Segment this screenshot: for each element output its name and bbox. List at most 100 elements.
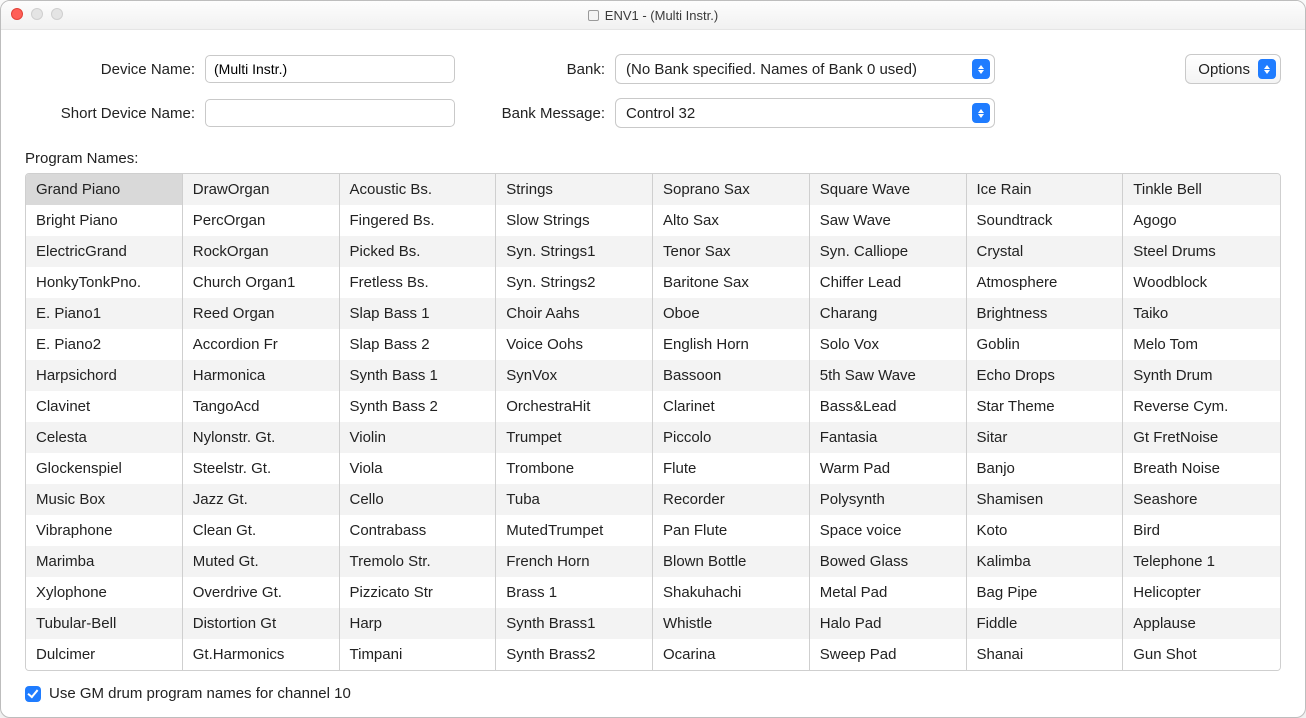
program-cell[interactable]: Bowed Glass (810, 546, 966, 577)
program-cell[interactable]: Contrabass (340, 515, 496, 546)
program-cell[interactable]: Soundtrack (967, 205, 1123, 236)
program-cell[interactable]: Pizzicato Str (340, 577, 496, 608)
minimize-icon[interactable] (31, 8, 43, 20)
program-cell[interactable]: Tremolo Str. (340, 546, 496, 577)
program-cell[interactable]: Timpani (340, 639, 496, 670)
program-cell[interactable]: Viola (340, 453, 496, 484)
program-cell[interactable]: Picked Bs. (340, 236, 496, 267)
program-cell[interactable]: Harp (340, 608, 496, 639)
program-cell[interactable]: Atmosphere (967, 267, 1123, 298)
program-cell[interactable]: Flute (653, 453, 809, 484)
program-cell[interactable]: Marimba (26, 546, 182, 577)
program-cell[interactable]: Soprano Sax (653, 174, 809, 205)
program-cell[interactable]: Synth Drum (1123, 360, 1280, 391)
program-cell[interactable]: Solo Vox (810, 329, 966, 360)
program-cell[interactable]: Fantasia (810, 422, 966, 453)
program-cell[interactable]: Chiffer Lead (810, 267, 966, 298)
program-cell[interactable]: Voice Oohs (496, 329, 652, 360)
program-cell[interactable]: 5th Saw Wave (810, 360, 966, 391)
program-cell[interactable]: Church Organ1 (183, 267, 339, 298)
program-cell[interactable]: Choir Aahs (496, 298, 652, 329)
program-cell[interactable]: Reed Organ (183, 298, 339, 329)
gm-drum-checkbox[interactable] (25, 686, 41, 702)
program-cell[interactable]: Synth Bass 2 (340, 391, 496, 422)
program-cell[interactable]: Syn. Calliope (810, 236, 966, 267)
program-cell[interactable]: Space voice (810, 515, 966, 546)
program-cell[interactable]: ElectricGrand (26, 236, 182, 267)
program-cell[interactable]: Dulcimer (26, 639, 182, 670)
program-cell[interactable]: Glockenspiel (26, 453, 182, 484)
program-cell[interactable]: Trombone (496, 453, 652, 484)
program-cell[interactable]: Saw Wave (810, 205, 966, 236)
program-cell[interactable]: Muted Gt. (183, 546, 339, 577)
program-cell[interactable]: Banjo (967, 453, 1123, 484)
program-cell[interactable]: English Horn (653, 329, 809, 360)
program-cell[interactable]: Polysynth (810, 484, 966, 515)
program-cell[interactable]: Bird (1123, 515, 1280, 546)
bank-message-select[interactable]: Control 32 (615, 98, 995, 128)
program-cell[interactable]: Slap Bass 1 (340, 298, 496, 329)
program-cell[interactable]: Synth Bass 1 (340, 360, 496, 391)
device-name-input[interactable] (205, 55, 455, 83)
program-cell[interactable]: Syn. Strings2 (496, 267, 652, 298)
program-cell[interactable]: Acoustic Bs. (340, 174, 496, 205)
program-cell[interactable]: Xylophone (26, 577, 182, 608)
program-cell[interactable]: Clavinet (26, 391, 182, 422)
program-cell[interactable]: DrawOrgan (183, 174, 339, 205)
program-cell[interactable]: Brightness (967, 298, 1123, 329)
program-cell[interactable]: Nylonstr. Gt. (183, 422, 339, 453)
program-cell[interactable]: OrchestraHit (496, 391, 652, 422)
program-cell[interactable]: Taiko (1123, 298, 1280, 329)
program-cell[interactable]: Pan Flute (653, 515, 809, 546)
program-cell[interactable]: Slap Bass 2 (340, 329, 496, 360)
program-cell[interactable]: Shamisen (967, 484, 1123, 515)
program-cell[interactable]: TangoAcd (183, 391, 339, 422)
program-cell[interactable]: Syn. Strings1 (496, 236, 652, 267)
program-cell[interactable]: Vibraphone (26, 515, 182, 546)
program-cell[interactable]: Fiddle (967, 608, 1123, 639)
program-cell[interactable]: Helicopter (1123, 577, 1280, 608)
program-cell[interactable]: Bag Pipe (967, 577, 1123, 608)
program-cell[interactable]: E. Piano1 (26, 298, 182, 329)
program-cell[interactable]: RockOrgan (183, 236, 339, 267)
program-cell[interactable]: Telephone 1 (1123, 546, 1280, 577)
program-cell[interactable]: Blown Bottle (653, 546, 809, 577)
program-cell[interactable]: Gt FretNoise (1123, 422, 1280, 453)
program-cell[interactable]: Violin (340, 422, 496, 453)
program-cell[interactable]: Bright Piano (26, 205, 182, 236)
program-cell[interactable]: Melo Tom (1123, 329, 1280, 360)
program-cell[interactable]: Star Theme (967, 391, 1123, 422)
program-cell[interactable]: Clean Gt. (183, 515, 339, 546)
options-button[interactable]: Options (1185, 54, 1281, 84)
program-cell[interactable]: Breath Noise (1123, 453, 1280, 484)
program-cell[interactable]: Whistle (653, 608, 809, 639)
program-cell[interactable]: PercOrgan (183, 205, 339, 236)
program-cell[interactable]: Shanai (967, 639, 1123, 670)
program-cell[interactable]: Strings (496, 174, 652, 205)
program-cell[interactable]: Cello (340, 484, 496, 515)
program-cell[interactable]: Agogo (1123, 205, 1280, 236)
program-cell[interactable]: Warm Pad (810, 453, 966, 484)
program-cell[interactable]: Seashore (1123, 484, 1280, 515)
short-device-name-input[interactable] (205, 99, 455, 127)
program-cell[interactable]: MutedTrumpet (496, 515, 652, 546)
program-cell[interactable]: Charang (810, 298, 966, 329)
program-cell[interactable]: Brass 1 (496, 577, 652, 608)
program-cell[interactable]: Crystal (967, 236, 1123, 267)
program-cell[interactable]: Harmonica (183, 360, 339, 391)
program-cell[interactable]: Bassoon (653, 360, 809, 391)
bank-select[interactable]: (No Bank specified. Names of Bank 0 used… (615, 54, 995, 84)
program-cell[interactable]: Synth Brass2 (496, 639, 652, 670)
program-cell[interactable]: Tuba (496, 484, 652, 515)
program-cell[interactable]: Shakuhachi (653, 577, 809, 608)
program-cell[interactable]: Piccolo (653, 422, 809, 453)
program-cell[interactable]: Metal Pad (810, 577, 966, 608)
program-cell[interactable]: Tenor Sax (653, 236, 809, 267)
program-cell[interactable]: Ocarina (653, 639, 809, 670)
program-cell[interactable]: SynVox (496, 360, 652, 391)
program-cell[interactable]: Bass&Lead (810, 391, 966, 422)
program-cell[interactable]: Ice Rain (967, 174, 1123, 205)
program-cell[interactable]: Celesta (26, 422, 182, 453)
program-cell[interactable]: Halo Pad (810, 608, 966, 639)
program-cell[interactable]: Clarinet (653, 391, 809, 422)
